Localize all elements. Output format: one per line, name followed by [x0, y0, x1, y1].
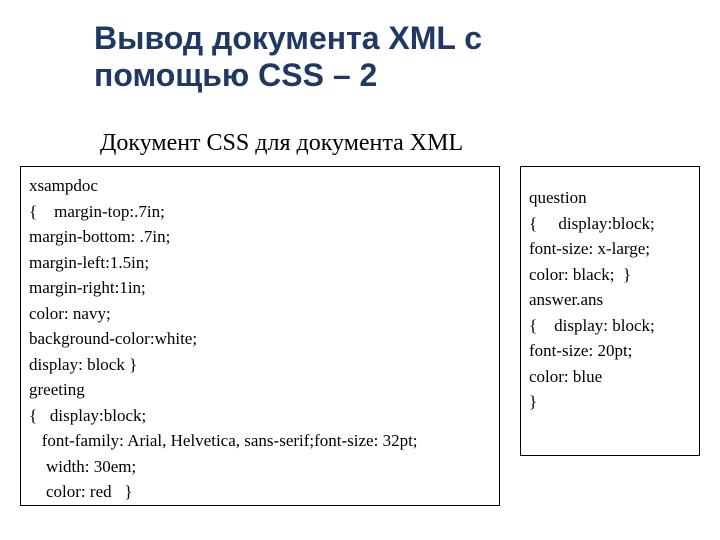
slide: Вывод документа XML с помощью CSS – 2 До… — [0, 0, 720, 540]
css-code-right: question { display:block; font-size: x-l… — [520, 166, 700, 456]
css-code-left: xsampdoc { margin-top:.7in; margin-botto… — [20, 166, 500, 506]
slide-title: Вывод документа XML с помощью CSS – 2 — [94, 20, 654, 94]
slide-subtitle: Документ CSS для документа XML — [100, 130, 463, 157]
